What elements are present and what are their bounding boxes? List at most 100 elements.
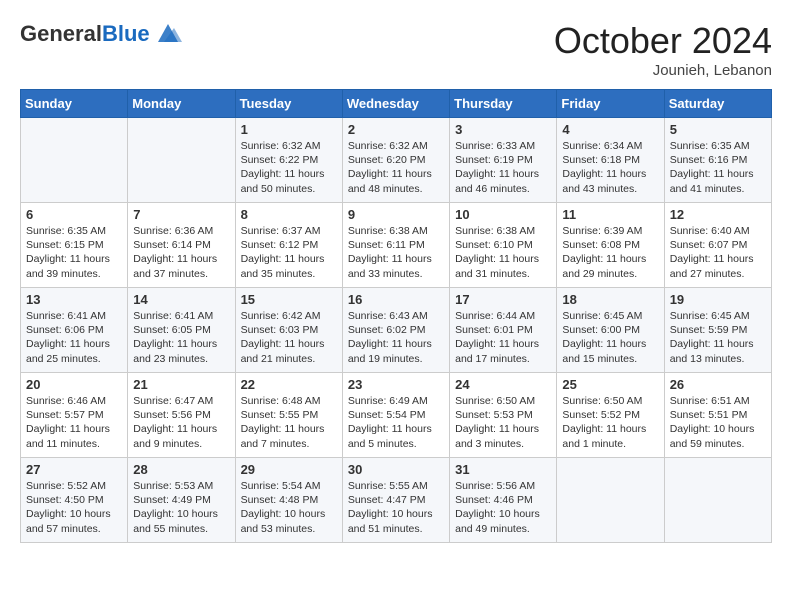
calendar-cell: 22 Sunrise: 6:48 AM Sunset: 5:55 PM Dayli… [235, 373, 342, 458]
day-number: 28 [133, 462, 229, 477]
logo-blue-text: Blue [102, 21, 150, 46]
cell-info: Sunrise: 5:56 AM Sunset: 4:46 PM Dayligh… [455, 479, 551, 536]
calendar-cell: 20 Sunrise: 6:46 AM Sunset: 5:57 PM Dayli… [21, 373, 128, 458]
cell-info: Sunrise: 6:38 AM Sunset: 6:11 PM Dayligh… [348, 224, 444, 281]
calendar-cell: 24 Sunrise: 6:50 AM Sunset: 5:53 PM Dayli… [450, 373, 557, 458]
day-number: 7 [133, 207, 229, 222]
calendar-cell: 8 Sunrise: 6:37 AM Sunset: 6:12 PM Daylig… [235, 203, 342, 288]
calendar-cell: 1Sunrise: 6:32 AM Sunset: 6:22 PM Daylig… [235, 118, 342, 203]
cell-info: Sunrise: 6:32 AM Sunset: 6:22 PM Dayligh… [241, 139, 337, 196]
day-number: 13 [26, 292, 122, 307]
calendar-cell: 23 Sunrise: 6:49 AM Sunset: 5:54 PM Dayli… [342, 373, 449, 458]
day-number: 29 [241, 462, 337, 477]
calendar-cell: 11 Sunrise: 6:39 AM Sunset: 6:08 PM Dayli… [557, 203, 664, 288]
weekday-header: Monday [128, 90, 235, 118]
day-number: 18 [562, 292, 658, 307]
day-number: 12 [670, 207, 766, 222]
cell-info: Sunrise: 6:35 AM Sunset: 6:15 PM Dayligh… [26, 224, 122, 281]
calendar-cell: 31 Sunrise: 5:56 AM Sunset: 4:46 PM Dayli… [450, 458, 557, 543]
day-number: 16 [348, 292, 444, 307]
location-subtitle: Jounieh, Lebanon [554, 62, 772, 79]
weekday-header: Friday [557, 90, 664, 118]
day-number: 20 [26, 377, 122, 392]
logo-icon [154, 20, 182, 48]
cell-info: Sunrise: 6:42 AM Sunset: 6:03 PM Dayligh… [241, 309, 337, 366]
cell-info: Sunrise: 6:45 AM Sunset: 5:59 PM Dayligh… [670, 309, 766, 366]
day-number: 17 [455, 292, 551, 307]
day-number: 4 [562, 122, 658, 137]
cell-info: Sunrise: 6:37 AM Sunset: 6:12 PM Dayligh… [241, 224, 337, 281]
cell-info: Sunrise: 6:35 AM Sunset: 6:16 PM Dayligh… [670, 139, 766, 196]
day-number: 3 [455, 122, 551, 137]
cell-info: Sunrise: 6:34 AM Sunset: 6:18 PM Dayligh… [562, 139, 658, 196]
day-number: 19 [670, 292, 766, 307]
cell-info: Sunrise: 6:47 AM Sunset: 5:56 PM Dayligh… [133, 394, 229, 451]
calendar-cell [128, 118, 235, 203]
day-number: 9 [348, 207, 444, 222]
calendar-row: 6 Sunrise: 6:35 AM Sunset: 6:15 PM Daylig… [21, 203, 772, 288]
day-number: 26 [670, 377, 766, 392]
calendar-cell: 25 Sunrise: 6:50 AM Sunset: 5:52 PM Dayli… [557, 373, 664, 458]
calendar-cell: 16 Sunrise: 6:43 AM Sunset: 6:02 PM Dayli… [342, 288, 449, 373]
day-number: 2 [348, 122, 444, 137]
calendar-cell: 14 Sunrise: 6:41 AM Sunset: 6:05 PM Dayli… [128, 288, 235, 373]
cell-info: Sunrise: 6:38 AM Sunset: 6:10 PM Dayligh… [455, 224, 551, 281]
day-number: 11 [562, 207, 658, 222]
cell-info: Sunrise: 6:43 AM Sunset: 6:02 PM Dayligh… [348, 309, 444, 366]
cell-info: Sunrise: 6:41 AM Sunset: 6:06 PM Dayligh… [26, 309, 122, 366]
cell-info: Sunrise: 6:36 AM Sunset: 6:14 PM Dayligh… [133, 224, 229, 281]
calendar-row: 27 Sunrise: 5:52 AM Sunset: 4:50 PM Dayli… [21, 458, 772, 543]
calendar-cell: 10 Sunrise: 6:38 AM Sunset: 6:10 PM Dayli… [450, 203, 557, 288]
day-number: 21 [133, 377, 229, 392]
weekday-header: Sunday [21, 90, 128, 118]
cell-info: Sunrise: 6:49 AM Sunset: 5:54 PM Dayligh… [348, 394, 444, 451]
calendar-row: 13 Sunrise: 6:41 AM Sunset: 6:06 PM Dayli… [21, 288, 772, 373]
calendar-cell: 21 Sunrise: 6:47 AM Sunset: 5:56 PM Dayli… [128, 373, 235, 458]
calendar-cell: 30Sunrise: 5:55 AM Sunset: 4:47 PM Dayli… [342, 458, 449, 543]
day-number: 23 [348, 377, 444, 392]
day-number: 27 [26, 462, 122, 477]
cell-info: Sunrise: 6:41 AM Sunset: 6:05 PM Dayligh… [133, 309, 229, 366]
day-number: 22 [241, 377, 337, 392]
calendar-row: 1Sunrise: 6:32 AM Sunset: 6:22 PM Daylig… [21, 118, 772, 203]
calendar-cell [21, 118, 128, 203]
cell-info: Sunrise: 6:50 AM Sunset: 5:53 PM Dayligh… [455, 394, 551, 451]
cell-info: Sunrise: 6:44 AM Sunset: 6:01 PM Dayligh… [455, 309, 551, 366]
cell-info: Sunrise: 6:48 AM Sunset: 5:55 PM Dayligh… [241, 394, 337, 451]
cell-info: Sunrise: 6:33 AM Sunset: 6:19 PM Dayligh… [455, 139, 551, 196]
weekday-header: Thursday [450, 90, 557, 118]
calendar-cell: 28 Sunrise: 5:53 AM Sunset: 4:49 PM Dayli… [128, 458, 235, 543]
weekday-header: Saturday [664, 90, 771, 118]
title-block: October 2024 Jounieh, Lebanon [554, 20, 772, 79]
cell-info: Sunrise: 5:54 AM Sunset: 4:48 PM Dayligh… [241, 479, 337, 536]
day-number: 24 [455, 377, 551, 392]
day-number: 25 [562, 377, 658, 392]
day-number: 31 [455, 462, 551, 477]
day-number: 10 [455, 207, 551, 222]
cell-info: Sunrise: 6:32 AM Sunset: 6:20 PM Dayligh… [348, 139, 444, 196]
cell-info: Sunrise: 5:52 AM Sunset: 4:50 PM Dayligh… [26, 479, 122, 536]
calendar-cell: 3 Sunrise: 6:33 AM Sunset: 6:19 PM Daylig… [450, 118, 557, 203]
logo-general-text: General [20, 21, 102, 46]
calendar-cell: 13 Sunrise: 6:41 AM Sunset: 6:06 PM Dayli… [21, 288, 128, 373]
calendar-cell: 4 Sunrise: 6:34 AM Sunset: 6:18 PM Daylig… [557, 118, 664, 203]
weekday-header: Tuesday [235, 90, 342, 118]
cell-info: Sunrise: 6:46 AM Sunset: 5:57 PM Dayligh… [26, 394, 122, 451]
day-number: 14 [133, 292, 229, 307]
day-number: 6 [26, 207, 122, 222]
cell-info: Sunrise: 6:40 AM Sunset: 6:07 PM Dayligh… [670, 224, 766, 281]
calendar-cell: 27 Sunrise: 5:52 AM Sunset: 4:50 PM Dayli… [21, 458, 128, 543]
cell-info: Sunrise: 5:53 AM Sunset: 4:49 PM Dayligh… [133, 479, 229, 536]
calendar-cell: 18 Sunrise: 6:45 AM Sunset: 6:00 PM Dayli… [557, 288, 664, 373]
cell-info: Sunrise: 6:39 AM Sunset: 6:08 PM Dayligh… [562, 224, 658, 281]
calendar-cell: 6 Sunrise: 6:35 AM Sunset: 6:15 PM Daylig… [21, 203, 128, 288]
cell-info: Sunrise: 6:50 AM Sunset: 5:52 PM Dayligh… [562, 394, 658, 451]
day-number: 8 [241, 207, 337, 222]
calendar-cell: 15Sunrise: 6:42 AM Sunset: 6:03 PM Dayli… [235, 288, 342, 373]
cell-info: Sunrise: 6:45 AM Sunset: 6:00 PM Dayligh… [562, 309, 658, 366]
weekday-header-row: SundayMondayTuesdayWednesdayThursdayFrid… [21, 90, 772, 118]
weekday-header: Wednesday [342, 90, 449, 118]
calendar-cell: 2 Sunrise: 6:32 AM Sunset: 6:20 PM Daylig… [342, 118, 449, 203]
page-header: GeneralBlue October 2024 Jounieh, Lebano… [20, 20, 772, 79]
calendar-cell: 7 Sunrise: 6:36 AM Sunset: 6:14 PM Daylig… [128, 203, 235, 288]
